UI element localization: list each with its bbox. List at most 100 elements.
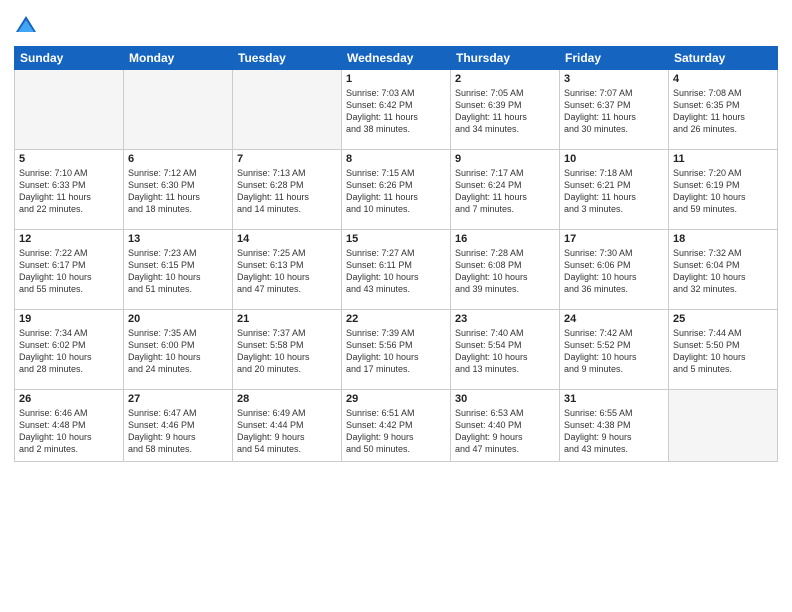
calendar-week-row: 5Sunrise: 7:10 AM Sunset: 6:33 PM Daylig… — [15, 150, 778, 230]
day-number: 21 — [237, 313, 337, 325]
calendar-cell: 2 Sunrise: 7:05 AM Sunset: 6:39 PM Daylig… — [451, 70, 560, 150]
calendar-cell: 20 Sunrise: 7:35 AM Sunset: 6:00 PM Dayli… — [124, 310, 233, 390]
day-number: 10 — [564, 153, 664, 165]
day-info: Sunrise: 7:18 AM Sunset: 6:21 PM Dayligh… — [564, 167, 664, 216]
day-number: 31 — [564, 393, 664, 405]
day-info: Sunrise: 7:34 AM Sunset: 6:02 PM Dayligh… — [19, 327, 119, 376]
day-number: 15 — [346, 233, 446, 245]
calendar-cell — [15, 70, 124, 150]
day-number: 30 — [455, 393, 555, 405]
calendar-cell: 27 Sunrise: 6:47 AM Sunset: 4:46 PM Dayli… — [124, 390, 233, 462]
calendar-cell — [669, 390, 778, 462]
day-number: 2 — [455, 73, 555, 85]
calendar-cell: 13 Sunrise: 7:23 AM Sunset: 6:15 PM Dayli… — [124, 230, 233, 310]
day-info: Sunrise: 7:44 AM Sunset: 5:50 PM Dayligh… — [673, 327, 773, 376]
calendar-week-row: 19 Sunrise: 7:34 AM Sunset: 6:02 PM Dayli… — [15, 310, 778, 390]
day-number: 20 — [128, 313, 228, 325]
day-info: Sunrise: 7:42 AM Sunset: 5:52 PM Dayligh… — [564, 327, 664, 376]
day-number: 7 — [237, 153, 337, 165]
day-info: Sunrise: 7:32 AM Sunset: 6:04 PM Dayligh… — [673, 247, 773, 296]
weekday-header: Thursday — [451, 47, 560, 70]
calendar-cell: 1 Sunrise: 7:03 AM Sunset: 6:42 PM Daylig… — [342, 70, 451, 150]
day-info: Sunrise: 6:55 AM Sunset: 4:38 PM Dayligh… — [564, 407, 664, 456]
weekday-header: Sunday — [15, 47, 124, 70]
calendar-cell: 4 Sunrise: 7:08 AM Sunset: 6:35 PM Daylig… — [669, 70, 778, 150]
day-info: Sunrise: 7:40 AM Sunset: 5:54 PM Dayligh… — [455, 327, 555, 376]
day-number: 29 — [346, 393, 446, 405]
calendar-cell: 8 Sunrise: 7:15 AM Sunset: 6:26 PM Daylig… — [342, 150, 451, 230]
calendar-cell — [233, 70, 342, 150]
header — [14, 10, 778, 38]
day-info: Sunrise: 6:53 AM Sunset: 4:40 PM Dayligh… — [455, 407, 555, 456]
day-number: 8 — [346, 153, 446, 165]
day-number: 6 — [128, 153, 228, 165]
calendar-cell: 22 Sunrise: 7:39 AM Sunset: 5:56 PM Dayli… — [342, 310, 451, 390]
day-info: Sunrise: 7:17 AM Sunset: 6:24 PM Dayligh… — [455, 167, 555, 216]
calendar-cell — [124, 70, 233, 150]
day-info: Sunrise: 7:25 AM Sunset: 6:13 PM Dayligh… — [237, 247, 337, 296]
calendar-cell: 7 Sunrise: 7:13 AM Sunset: 6:28 PM Daylig… — [233, 150, 342, 230]
calendar-cell: 14 Sunrise: 7:25 AM Sunset: 6:13 PM Dayli… — [233, 230, 342, 310]
calendar-cell: 11Sunrise: 7:20 AM Sunset: 6:19 PM Dayli… — [669, 150, 778, 230]
day-info: Sunrise: 7:28 AM Sunset: 6:08 PM Dayligh… — [455, 247, 555, 296]
weekday-header: Tuesday — [233, 47, 342, 70]
day-number: 9 — [455, 153, 555, 165]
calendar: SundayMondayTuesdayWednesdayThursdayFrid… — [14, 46, 778, 462]
calendar-week-row: 12Sunrise: 7:22 AM Sunset: 6:17 PM Dayli… — [15, 230, 778, 310]
day-info: Sunrise: 6:49 AM Sunset: 4:44 PM Dayligh… — [237, 407, 337, 456]
calendar-cell: 23 Sunrise: 7:40 AM Sunset: 5:54 PM Dayli… — [451, 310, 560, 390]
calendar-cell: 30 Sunrise: 6:53 AM Sunset: 4:40 PM Dayli… — [451, 390, 560, 462]
logo-icon — [14, 14, 38, 38]
weekday-header-row: SundayMondayTuesdayWednesdayThursdayFrid… — [15, 47, 778, 70]
day-info: Sunrise: 6:51 AM Sunset: 4:42 PM Dayligh… — [346, 407, 446, 456]
day-info: Sunrise: 7:08 AM Sunset: 6:35 PM Dayligh… — [673, 87, 773, 136]
day-info: Sunrise: 7:35 AM Sunset: 6:00 PM Dayligh… — [128, 327, 228, 376]
calendar-cell: 29 Sunrise: 6:51 AM Sunset: 4:42 PM Dayli… — [342, 390, 451, 462]
calendar-cell: 16Sunrise: 7:28 AM Sunset: 6:08 PM Dayli… — [451, 230, 560, 310]
calendar-cell: 18 Sunrise: 7:32 AM Sunset: 6:04 PM Dayli… — [669, 230, 778, 310]
day-number: 25 — [673, 313, 773, 325]
day-number: 3 — [564, 73, 664, 85]
day-info: Sunrise: 7:05 AM Sunset: 6:39 PM Dayligh… — [455, 87, 555, 136]
day-number: 24 — [564, 313, 664, 325]
calendar-cell: 19 Sunrise: 7:34 AM Sunset: 6:02 PM Dayli… — [15, 310, 124, 390]
calendar-cell: 15 Sunrise: 7:27 AM Sunset: 6:11 PM Dayli… — [342, 230, 451, 310]
day-info: Sunrise: 7:13 AM Sunset: 6:28 PM Dayligh… — [237, 167, 337, 216]
day-number: 28 — [237, 393, 337, 405]
day-number: 14 — [237, 233, 337, 245]
day-number: 13 — [128, 233, 228, 245]
day-number: 1 — [346, 73, 446, 85]
day-number: 17 — [564, 233, 664, 245]
calendar-cell: 25 Sunrise: 7:44 AM Sunset: 5:50 PM Dayli… — [669, 310, 778, 390]
logo — [14, 14, 42, 38]
day-number: 23 — [455, 313, 555, 325]
weekday-header: Wednesday — [342, 47, 451, 70]
day-info: Sunrise: 7:27 AM Sunset: 6:11 PM Dayligh… — [346, 247, 446, 296]
day-number: 27 — [128, 393, 228, 405]
calendar-week-row: 26Sunrise: 6:46 AM Sunset: 4:48 PM Dayli… — [15, 390, 778, 462]
calendar-cell: 31 Sunrise: 6:55 AM Sunset: 4:38 PM Dayli… — [560, 390, 669, 462]
day-number: 4 — [673, 73, 773, 85]
day-number: 22 — [346, 313, 446, 325]
day-number: 26 — [19, 393, 119, 405]
calendar-cell: 5Sunrise: 7:10 AM Sunset: 6:33 PM Daylig… — [15, 150, 124, 230]
day-info: Sunrise: 7:03 AM Sunset: 6:42 PM Dayligh… — [346, 87, 446, 136]
calendar-week-row: 1 Sunrise: 7:03 AM Sunset: 6:42 PM Daylig… — [15, 70, 778, 150]
day-info: Sunrise: 7:23 AM Sunset: 6:15 PM Dayligh… — [128, 247, 228, 296]
day-info: Sunrise: 7:15 AM Sunset: 6:26 PM Dayligh… — [346, 167, 446, 216]
day-number: 19 — [19, 313, 119, 325]
weekday-header: Saturday — [669, 47, 778, 70]
day-info: Sunrise: 7:30 AM Sunset: 6:06 PM Dayligh… — [564, 247, 664, 296]
day-info: Sunrise: 7:22 AM Sunset: 6:17 PM Dayligh… — [19, 247, 119, 296]
calendar-cell: 3Sunrise: 7:07 AM Sunset: 6:37 PM Daylig… — [560, 70, 669, 150]
calendar-cell: 24 Sunrise: 7:42 AM Sunset: 5:52 PM Dayli… — [560, 310, 669, 390]
day-number: 18 — [673, 233, 773, 245]
calendar-cell: 9 Sunrise: 7:17 AM Sunset: 6:24 PM Daylig… — [451, 150, 560, 230]
calendar-cell: 10 Sunrise: 7:18 AM Sunset: 6:21 PM Dayli… — [560, 150, 669, 230]
weekday-header: Friday — [560, 47, 669, 70]
day-number: 11 — [673, 153, 773, 165]
day-info: Sunrise: 6:47 AM Sunset: 4:46 PM Dayligh… — [128, 407, 228, 456]
day-info: Sunrise: 7:39 AM Sunset: 5:56 PM Dayligh… — [346, 327, 446, 376]
calendar-cell: 26Sunrise: 6:46 AM Sunset: 4:48 PM Dayli… — [15, 390, 124, 462]
calendar-cell: 28 Sunrise: 6:49 AM Sunset: 4:44 PM Dayli… — [233, 390, 342, 462]
